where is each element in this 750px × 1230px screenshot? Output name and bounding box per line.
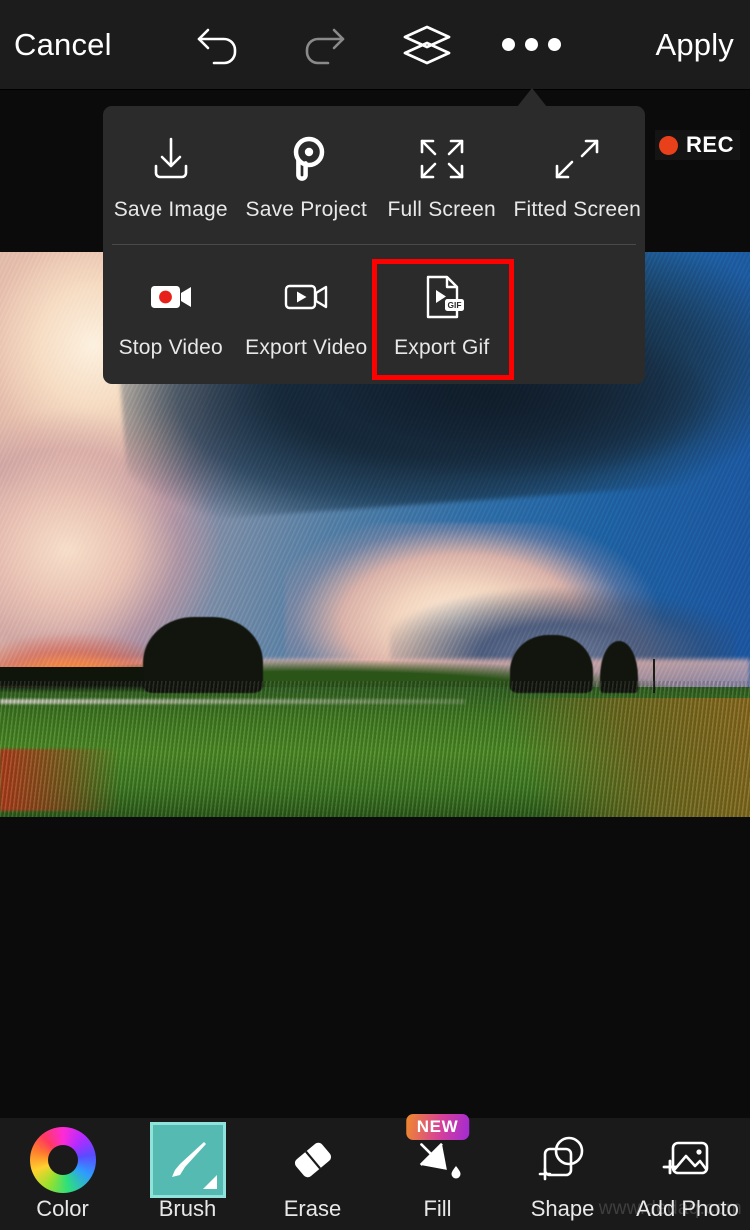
top-toolbar: Cancel Apply — [0, 0, 750, 90]
color-wheel-icon — [29, 1127, 96, 1193]
bottom-toolbar: Color Brush Erase NEW Fill Shape Add Pho… — [0, 1114, 750, 1230]
fitted-screen-icon — [510, 126, 646, 192]
picsart-editor-screen: Cancel Apply REC Save Image Save Project… — [0, 0, 750, 1230]
cancel-button[interactable]: Cancel — [14, 27, 112, 63]
picsart-logo-icon — [239, 126, 375, 192]
menu-row-video: Stop Video Export Video GIF Export Gif — [103, 264, 645, 376]
menu-item-stop-video[interactable]: Stop Video — [103, 264, 239, 376]
menu-caret-icon — [517, 88, 547, 107]
brush-selected-box — [149, 1122, 226, 1198]
full-screen-icon — [374, 126, 510, 192]
stop-video-icon — [103, 264, 239, 330]
brush-icon-wrap — [149, 1122, 226, 1198]
tool-color[interactable]: Color — [0, 1118, 125, 1222]
add-shape-icon — [533, 1131, 593, 1189]
tool-label: Shape — [530, 1196, 595, 1221]
apply-button[interactable]: Apply — [655, 27, 734, 63]
menu-item-export-gif[interactable]: GIF Export Gif — [374, 264, 510, 376]
menu-item-label: Full Screen — [387, 198, 496, 221]
menu-item-label: Save Project — [245, 198, 367, 221]
add-photo-icon — [657, 1131, 719, 1189]
brush-corner-marker — [202, 1175, 217, 1189]
tool-fill[interactable]: NEW Fill — [375, 1114, 500, 1222]
menu-row-export: Save Image Save Project Full Screen Fitt… — [103, 126, 645, 244]
menu-item-label: Export Gif — [394, 336, 490, 359]
recording-label: REC — [686, 132, 734, 157]
menu-divider — [112, 244, 636, 245]
undo-arrow-icon — [194, 24, 244, 66]
download-icon — [103, 126, 239, 192]
more-options-button[interactable] — [500, 18, 562, 72]
redo-button[interactable] — [292, 18, 354, 72]
tool-brush[interactable]: Brush — [125, 1118, 250, 1222]
color-wheel-icon-wrap — [25, 1126, 101, 1194]
menu-item-empty-slot — [510, 264, 646, 376]
undo-button[interactable] — [188, 18, 250, 72]
tool-add-photo[interactable]: Add Photo — [625, 1118, 750, 1222]
tool-label: Brush — [158, 1196, 217, 1221]
more-options-icon — [501, 38, 561, 51]
recording-indicator: REC — [655, 130, 740, 160]
tool-label: Fill — [423, 1196, 452, 1221]
tool-shape[interactable]: Shape — [500, 1118, 625, 1222]
add-photo-icon-wrap — [650, 1126, 726, 1194]
tool-erase[interactable]: Erase — [250, 1118, 375, 1222]
field-stroke-texture — [0, 681, 750, 817]
menu-item-label: Stop Video — [118, 336, 223, 359]
record-dot-icon — [659, 135, 679, 155]
menu-item-label: Save Image — [113, 198, 228, 221]
layers-button[interactable] — [396, 18, 458, 72]
new-badge: NEW — [405, 1114, 470, 1140]
menu-item-save-project[interactable]: Save Project — [239, 126, 375, 244]
eraser-icon-wrap — [275, 1126, 351, 1194]
export-gif-icon: GIF — [374, 264, 510, 330]
redo-arrow-icon — [298, 24, 348, 66]
tool-label: Color — [36, 1196, 89, 1221]
eraser-icon — [283, 1132, 343, 1188]
menu-item-save-image[interactable]: Save Image — [103, 126, 239, 244]
menu-item-export-video[interactable]: Export Video — [239, 264, 375, 376]
more-options-menu: Save Image Save Project Full Screen Fitt… — [103, 106, 645, 384]
svg-text:GIF: GIF — [447, 300, 461, 310]
menu-item-label: Export Video — [245, 336, 368, 359]
tool-label: Add Photo — [636, 1196, 739, 1221]
layers-icon — [399, 22, 455, 68]
menu-item-full-screen[interactable]: Full Screen — [374, 126, 510, 244]
export-video-icon — [239, 264, 375, 330]
tool-label: Erase — [283, 1196, 342, 1221]
add-shape-icon-wrap — [525, 1126, 601, 1194]
menu-item-label: Fitted Screen — [513, 198, 641, 221]
menu-item-fitted-screen[interactable]: Fitted Screen — [510, 126, 646, 244]
